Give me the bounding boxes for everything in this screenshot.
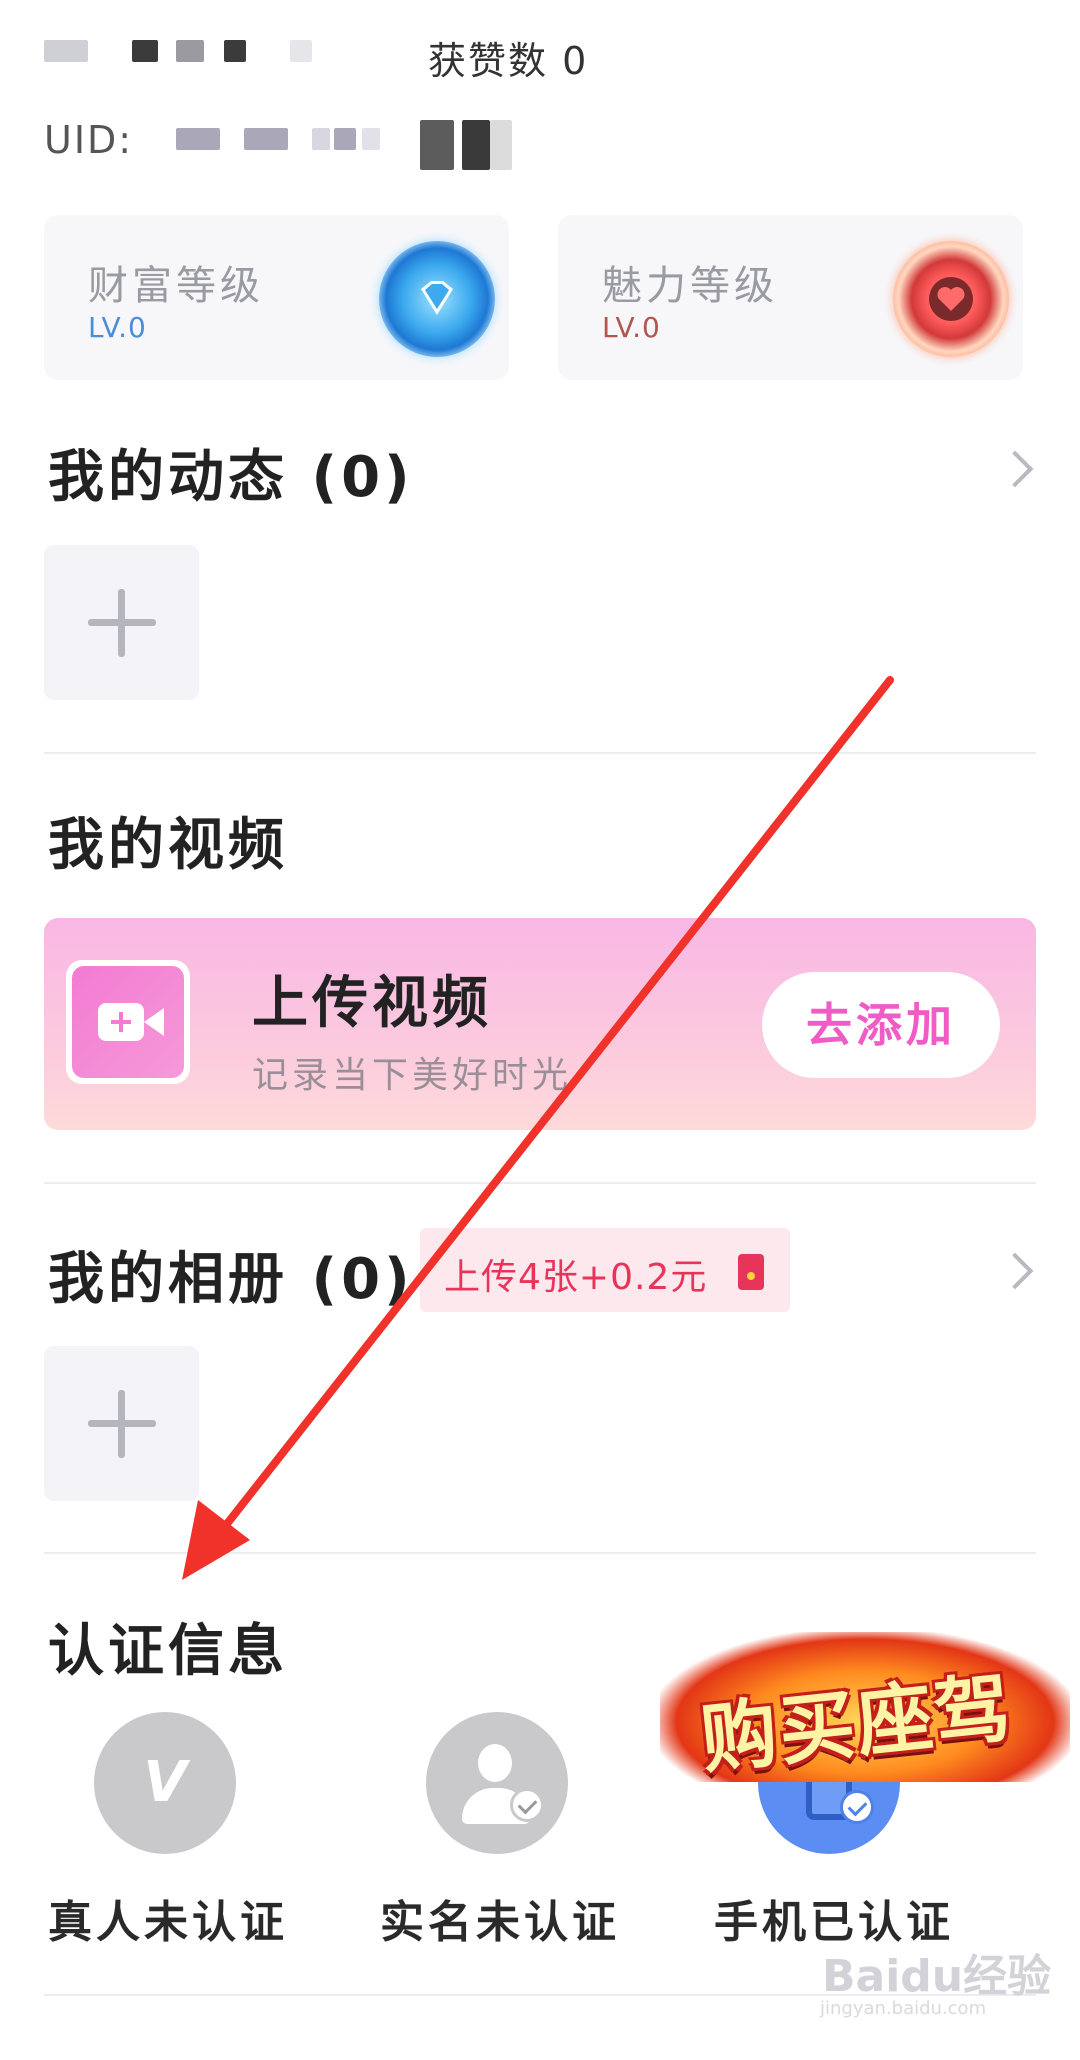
upload-video-title: 上传视频: [252, 971, 492, 1036]
id-person-icon[interactable]: [426, 1712, 568, 1854]
divider: [44, 1182, 1036, 1184]
album-reward-text: 上传4张+0.2元: [444, 1257, 708, 1298]
red-envelope-icon: [738, 1254, 764, 1290]
videos-section-title: 我的视频: [48, 813, 288, 878]
charm-level-title: 魅力等级: [602, 263, 778, 309]
upload-video-subtitle: 记录当下美好时光: [252, 1055, 573, 1096]
upload-video-banner[interactable]: 上传视频 记录当下美好时光 去添加: [44, 918, 1036, 1130]
uid-label: UID:: [44, 118, 134, 162]
add-video-button[interactable]: 去添加: [762, 972, 1000, 1078]
divider: [44, 752, 1036, 754]
add-post-button[interactable]: [44, 545, 199, 700]
real-name-cert-label[interactable]: 实名未认证: [380, 1886, 620, 1950]
wealth-level-card[interactable]: 财富等级 LV.0: [44, 215, 509, 380]
posts-chevron-right-icon[interactable]: [996, 450, 1034, 488]
check-icon: [510, 1788, 544, 1822]
charm-level-card[interactable]: 魅力等级 LV.0: [558, 215, 1023, 380]
check-icon: [840, 1790, 874, 1824]
divider: [44, 1552, 1036, 1554]
album-chevron-right-icon[interactable]: [996, 1252, 1034, 1290]
posts-section-title: 我的动态 (0): [48, 445, 414, 510]
heart-badge-icon: [893, 241, 1009, 357]
video-camera-icon: [66, 960, 190, 1084]
add-photo-button[interactable]: [44, 1346, 199, 1501]
certification-section-title: 认证信息: [48, 1619, 288, 1684]
baidu-watermark: Baidu经验: [822, 1951, 1052, 2002]
album-section-title: 我的相册 (0): [48, 1247, 414, 1312]
likes-count: 获赞数 0: [428, 39, 589, 83]
wealth-level-value: LV.0: [88, 311, 147, 344]
verified-v-icon[interactable]: V: [94, 1712, 236, 1854]
wealth-level-title: 财富等级: [88, 263, 264, 309]
real-person-cert-label[interactable]: 真人未认证: [48, 1886, 288, 1950]
buy-car-promo-badge[interactable]: 购买座驾: [660, 1622, 1070, 1792]
charm-level-value: LV.0: [602, 311, 661, 344]
album-reward-tag[interactable]: 上传4张+0.2元: [420, 1228, 790, 1312]
diamond-badge-icon: [379, 241, 495, 357]
baidu-watermark-url: jingyan.baidu.com: [820, 1998, 987, 2019]
